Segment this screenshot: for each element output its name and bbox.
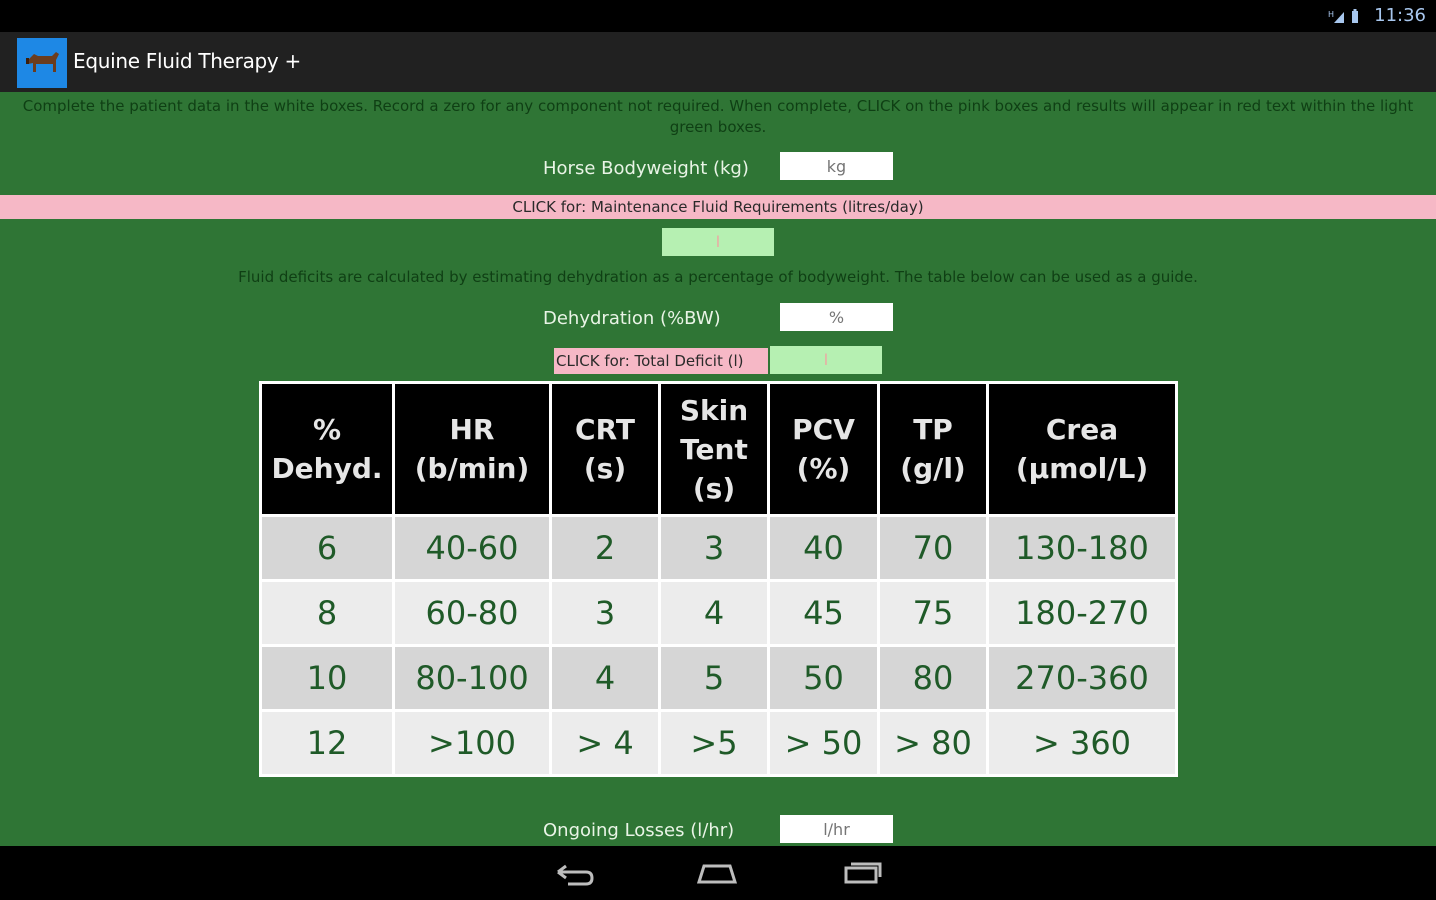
table-cell: 3 xyxy=(549,579,661,647)
status-bar: H 11:36 xyxy=(0,0,1436,32)
table-cell: 12 xyxy=(259,709,395,777)
app-title: Equine Fluid Therapy + xyxy=(73,49,301,73)
table-cell: 270-360 xyxy=(986,644,1178,712)
back-icon[interactable] xyxy=(552,858,596,888)
table-cell: 50 xyxy=(767,644,880,712)
header-crea: Crea (µmol/L) xyxy=(986,381,1178,517)
table-cell: 10 xyxy=(259,644,395,712)
table-cell: 40 xyxy=(767,514,880,582)
table-row: 6 40-60 2 3 40 70 130-180 xyxy=(259,514,1178,582)
table-cell: 4 xyxy=(549,644,661,712)
table-cell: 80-100 xyxy=(392,644,552,712)
dehydration-guide-table: % Dehyd. HR (b/min) CRT (s) Skin Tent (s) PCV… xyxy=(259,381,1178,777)
table-cell: 130-180 xyxy=(986,514,1178,582)
table-cell: >100 xyxy=(392,709,552,777)
table-cell: > 80 xyxy=(877,709,989,777)
table-cell: 2 xyxy=(549,514,661,582)
horse-icon[interactable] xyxy=(17,38,67,88)
table-cell: >5 xyxy=(658,709,770,777)
maintenance-fluid-button[interactable]: CLICK for: Maintenance Fluid Requirement… xyxy=(0,195,1436,219)
navigation-bar xyxy=(0,846,1436,900)
header-crt: CRT (s) xyxy=(549,381,661,517)
table-cell: 75 xyxy=(877,579,989,647)
clock: 11:36 xyxy=(1374,5,1426,26)
maintenance-result: l xyxy=(662,228,774,256)
table-cell: > 50 xyxy=(767,709,880,777)
header-dehyd: % Dehyd. xyxy=(259,381,395,517)
action-bar: Equine Fluid Therapy + xyxy=(0,32,1436,92)
instructions-text: Complete the patient data in the white b… xyxy=(22,97,1414,136)
table-cell: 6 xyxy=(259,514,395,582)
header-pcv: PCV (%) xyxy=(767,381,880,517)
signal-battery-icons: H xyxy=(1328,8,1362,28)
table-cell: > 4 xyxy=(549,709,661,777)
signal-icon: H xyxy=(1328,9,1358,23)
bodyweight-label: Horse Bodyweight (kg) xyxy=(543,158,749,179)
header-hr: HR (b/min) xyxy=(392,381,552,517)
table-row: 10 80-100 4 5 50 80 270-360 xyxy=(259,644,1178,712)
ongoing-losses-input[interactable] xyxy=(780,815,893,843)
home-icon[interactable] xyxy=(694,858,740,888)
table-cell: 180-270 xyxy=(986,579,1178,647)
dehydration-input[interactable] xyxy=(780,303,893,331)
deficit-note: Fluid deficits are calculated by estimat… xyxy=(238,268,1198,286)
table-cell: 70 xyxy=(877,514,989,582)
table-cell: > 360 xyxy=(986,709,1178,777)
dehydration-label: Dehydration (%BW) xyxy=(543,308,721,329)
table-cell: 5 xyxy=(658,644,770,712)
table-cell: 45 xyxy=(767,579,880,647)
total-deficit-result: l xyxy=(770,346,882,374)
table-cell: 60-80 xyxy=(392,579,552,647)
table-cell: 4 xyxy=(658,579,770,647)
table-header-row: % Dehyd. HR (b/min) CRT (s) Skin Tent (s) PCV… xyxy=(259,381,1178,517)
table-row: 12 >100 > 4 >5 > 50 > 80 > 360 xyxy=(259,709,1178,777)
signal-text: H xyxy=(1328,10,1334,19)
main-content: Complete the patient data in the white b… xyxy=(0,92,1436,846)
header-tp: TP (g/l) xyxy=(877,381,989,517)
table-row: 8 60-80 3 4 45 75 180-270 xyxy=(259,579,1178,647)
table-cell: 3 xyxy=(658,514,770,582)
table-cell: 8 xyxy=(259,579,395,647)
bodyweight-input[interactable] xyxy=(780,152,893,180)
table-cell: 40-60 xyxy=(392,514,552,582)
total-deficit-button[interactable]: CLICK for: Total Deficit (l) xyxy=(554,348,768,374)
recent-apps-icon[interactable] xyxy=(840,858,886,888)
ongoing-losses-label: Ongoing Losses (l/hr) xyxy=(543,820,735,841)
header-skin-tent: Skin Tent (s) xyxy=(658,381,770,517)
table-cell: 80 xyxy=(877,644,989,712)
